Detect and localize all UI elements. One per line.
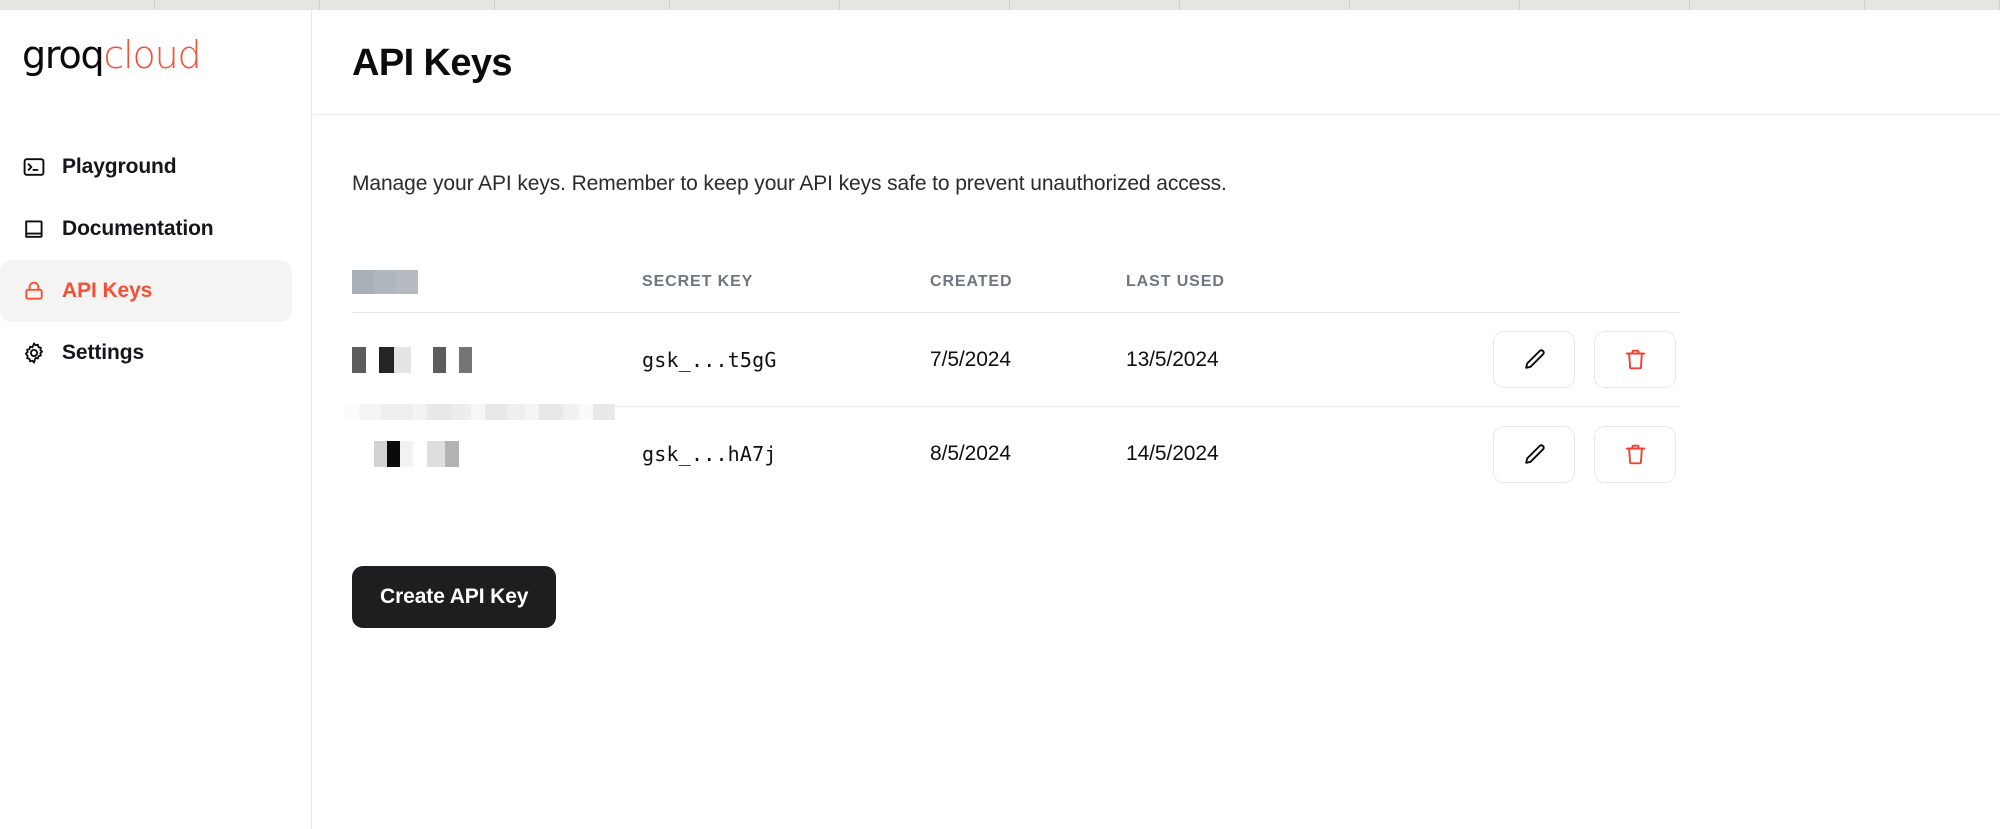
delete-key-button[interactable]: [1594, 331, 1676, 388]
browser-tab[interactable]: [1180, 0, 1350, 10]
redaction-block: [400, 441, 413, 467]
table-row: gsk_...hA7j 8/5/2024 14/5/2024: [352, 407, 1679, 501]
browser-tab[interactable]: [320, 0, 495, 10]
redacted-column-name: [352, 270, 642, 294]
redaction-block: [539, 404, 563, 420]
column-header-name: [352, 270, 642, 294]
page-description: Manage your API keys. Remember to keep y…: [352, 172, 1227, 195]
cell-last-used: 13/5/2024: [1126, 347, 1219, 371]
trash-icon: [1623, 442, 1648, 467]
redacted-blur-strip: [343, 404, 615, 420]
redaction-block: [471, 404, 485, 420]
api-keys-table: SECRET KEY CREATED LAST USED gsk_...t5gG…: [343, 258, 1679, 501]
redaction-block: [411, 346, 433, 373]
redaction-block: [413, 441, 427, 467]
redaction-block: [451, 404, 471, 420]
book-icon: [22, 217, 46, 241]
pencil-icon: [1522, 442, 1547, 467]
browser-tab[interactable]: [1350, 0, 1520, 10]
cell-secret-key: gsk_...t5gG: [642, 347, 777, 372]
redaction-block: [379, 346, 394, 373]
redaction-block: [352, 270, 374, 294]
redaction-block: [507, 404, 525, 420]
page-header: API Keys: [313, 10, 2000, 115]
redacted-key-name: [352, 441, 642, 467]
redaction-block: [485, 404, 507, 420]
redaction-block: [413, 404, 427, 420]
table-header-row: SECRET KEY CREATED LAST USED: [352, 258, 1679, 313]
redaction-block: [446, 346, 459, 373]
redaction-block: [427, 404, 451, 420]
gear-icon: [22, 341, 46, 365]
browser-tab[interactable]: [495, 0, 670, 10]
browser-tab[interactable]: [1010, 0, 1180, 10]
sidebar-item-label: Settings: [62, 341, 145, 364]
cell-actions: [1426, 425, 1679, 483]
redaction-block: [394, 346, 411, 373]
redaction-block: [381, 404, 413, 420]
redaction-block: [374, 441, 387, 467]
cell-key-name: [352, 441, 642, 467]
redaction-block: [387, 441, 400, 467]
redaction-block: [343, 404, 359, 420]
redaction-block: [525, 404, 539, 420]
browser-tab[interactable]: [840, 0, 1010, 10]
redaction-block: [563, 404, 579, 420]
redaction-block: [352, 346, 366, 373]
browser-tab[interactable]: [1865, 0, 2000, 10]
trash-icon: [1623, 347, 1648, 372]
edit-key-button[interactable]: [1493, 331, 1575, 388]
cell-created: 8/5/2024: [930, 442, 1011, 465]
redaction-block: [359, 404, 381, 420]
redaction-block: [445, 441, 459, 467]
sidebar-item-settings[interactable]: Settings: [0, 322, 292, 384]
browser-tab[interactable]: [155, 0, 320, 10]
cell-actions: [1426, 331, 1679, 388]
column-header-created: CREATED: [930, 273, 1013, 290]
page-title: API Keys: [352, 42, 513, 84]
app-root: groqcloud Playground Documentation API K…: [0, 0, 2000, 829]
cell-created: 7/5/2024: [930, 347, 1011, 371]
redaction-block: [593, 404, 615, 420]
redaction-block: [352, 441, 374, 467]
redaction-block: [427, 441, 445, 467]
redaction-block: [579, 404, 593, 420]
redaction-block: [459, 346, 472, 373]
lock-icon: [22, 279, 46, 303]
sidebar-item-label: API Keys: [62, 279, 153, 302]
delete-key-button[interactable]: [1594, 425, 1676, 483]
logo-cloud-text: cloud: [103, 33, 201, 77]
sidebar-item-label: Documentation: [62, 217, 214, 240]
sidebar-item-label: Playground: [62, 155, 177, 178]
main-content: API Keys Manage your API keys. Remember …: [313, 10, 2000, 829]
browser-tab-strip[interactable]: [0, 0, 2000, 10]
redaction-block: [433, 346, 446, 373]
logo-groq-text: groq: [22, 33, 105, 77]
redaction-block: [366, 346, 379, 373]
column-header-secret-key: SECRET KEY: [642, 273, 754, 290]
browser-tab[interactable]: [1690, 0, 1865, 10]
sidebar-item-api-keys[interactable]: API Keys: [0, 260, 292, 322]
sidebar-item-documentation[interactable]: Documentation: [0, 198, 292, 260]
sidebar-nav: Playground Documentation API Keys Settin…: [0, 136, 312, 384]
cell-last-used: 14/5/2024: [1126, 442, 1219, 465]
sidebar: groqcloud Playground Documentation API K…: [0, 10, 312, 829]
browser-tab[interactable]: [1520, 0, 1690, 10]
redaction-block: [374, 270, 396, 294]
terminal-icon: [22, 155, 46, 179]
redacted-key-name: [352, 346, 642, 373]
browser-tab[interactable]: [670, 0, 840, 10]
browser-tab[interactable]: [0, 0, 155, 10]
pencil-icon: [1522, 347, 1547, 372]
redaction-block: [396, 270, 418, 294]
edit-key-button[interactable]: [1493, 425, 1575, 483]
create-api-key-button[interactable]: Create API Key: [352, 566, 557, 628]
cell-secret-key: gsk_...hA7j: [642, 442, 777, 466]
column-header-last-used: LAST USED: [1126, 273, 1225, 290]
groqcloud-logo[interactable]: groqcloud: [22, 33, 202, 77]
table-row: gsk_...t5gG 7/5/2024 13/5/2024: [343, 313, 1679, 420]
sidebar-item-playground[interactable]: Playground: [0, 136, 292, 198]
cell-key-name: [352, 346, 642, 373]
